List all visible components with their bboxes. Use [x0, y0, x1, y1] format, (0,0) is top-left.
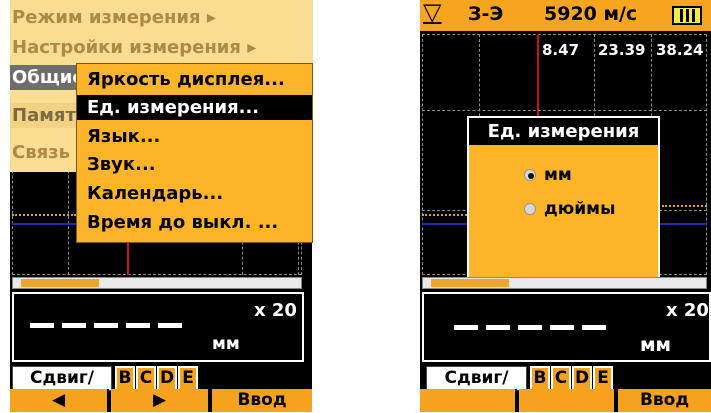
- left-reading-dash: [158, 323, 182, 328]
- right-enter-button[interactable]: Ввод: [618, 389, 711, 412]
- battery-icon: [672, 6, 702, 25]
- right-unit-label: мм: [640, 334, 672, 356]
- left-arrow-button[interactable]: ◀: [10, 389, 109, 412]
- right-value-3: 38.24: [656, 41, 704, 59]
- left-key-c[interactable]: C: [136, 366, 156, 391]
- left-key-b[interactable]: B: [115, 366, 135, 391]
- right-shift-label: Сдвиг/разв.: [426, 366, 527, 411]
- option-mm-label[interactable]: мм: [544, 165, 572, 185]
- right-key-d[interactable]: D: [572, 366, 592, 391]
- menu-item-measure-settings[interactable]: Настройки измерения ▸: [10, 35, 305, 60]
- right-reading-dash: [486, 325, 510, 330]
- right-softkey-1[interactable]: [420, 389, 517, 412]
- right-reading-dash: [454, 325, 478, 330]
- left-reading-dash: [126, 323, 150, 328]
- units-dialog: Ед. измерения мм дюймы: [467, 116, 660, 279]
- triangle-down-icon: ▽: [423, 0, 442, 26]
- left-reading-dash: [30, 323, 54, 328]
- left-reading-dash: [62, 323, 86, 328]
- submenu-item-calendar[interactable]: Календарь...: [77, 181, 312, 206]
- left-scrollbar-thumb[interactable]: [21, 279, 99, 287]
- left-scrollbar[interactable]: [12, 277, 302, 289]
- right-gate-level: [422, 214, 467, 216]
- left-reading-dash: [94, 323, 118, 328]
- left-unit-label: мм: [212, 334, 240, 354]
- submenu-item-sound[interactable]: Звук...: [77, 152, 312, 177]
- battery-segment: [692, 9, 695, 22]
- right-softkey-2[interactable]: [519, 389, 616, 412]
- submenu-item-auto-off[interactable]: Время до выкл. ...: [77, 210, 312, 235]
- submenu-item-brightness[interactable]: Яркость дисплея...: [77, 67, 312, 92]
- battery-segment: [680, 9, 683, 22]
- left-multiplier: x 20: [254, 300, 297, 321]
- right-thickness-panel: x 20 мм: [422, 292, 711, 362]
- right-arrow-button[interactable]: ▶: [111, 389, 210, 412]
- right-value-2: 23.39: [598, 41, 646, 59]
- velocity-value: 5920 м/с: [544, 3, 638, 25]
- option-inches-label[interactable]: дюймы: [544, 199, 615, 219]
- general-submenu: Яркость дисплея... Ед. измерения... Язык…: [76, 63, 313, 243]
- right-value-1: 8.47: [542, 41, 580, 59]
- right-key-c[interactable]: C: [551, 366, 571, 391]
- left-enter-button[interactable]: Ввод: [212, 389, 312, 412]
- submenu-item-units[interactable]: Ед. измерения...: [77, 95, 312, 120]
- right-gate-level-2: [662, 205, 707, 207]
- dialog-title: Ед. измерения: [469, 118, 658, 145]
- left-thickness-panel: x 20 мм: [12, 292, 304, 362]
- right-status-bar: ▽ З-Э 5920 м/с: [420, 0, 711, 31]
- left-shift-label: Сдвиг/разв.: [12, 366, 112, 411]
- radio-mm[interactable]: [524, 169, 536, 181]
- right-scrollbar-thumb[interactable]: [431, 279, 509, 287]
- right-scrollbar[interactable]: [422, 277, 707, 289]
- right-reading-dash: [582, 325, 606, 330]
- probe-mode: З-Э: [468, 3, 504, 25]
- right-reading-dash: [518, 325, 542, 330]
- left-key-e[interactable]: E: [178, 366, 198, 391]
- menu-item-measure-mode[interactable]: Режим измерения ▸: [10, 5, 305, 30]
- right-multiplier: x 20: [666, 300, 709, 321]
- left-gate-level: [12, 214, 76, 216]
- radio-inches[interactable]: [524, 203, 536, 215]
- right-grid-hline: [422, 110, 707, 111]
- submenu-item-language[interactable]: Язык...: [77, 124, 312, 149]
- right-key-e[interactable]: E: [593, 366, 613, 391]
- battery-segment: [686, 9, 689, 22]
- left-key-d[interactable]: D: [157, 366, 177, 391]
- right-key-b[interactable]: B: [530, 366, 550, 391]
- right-reading-dash: [550, 325, 574, 330]
